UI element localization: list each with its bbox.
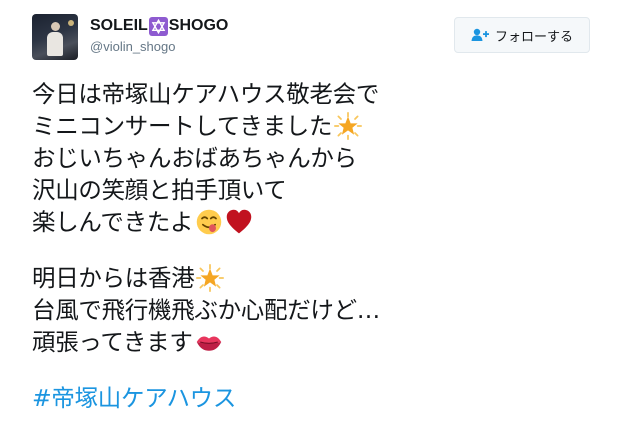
tweet-text: 今日は帝塚山ケアハウス敬老会で ミニコンサートしてきました おじいちゃんおばあち… — [32, 78, 612, 414]
tweet-header: SOLEIL SHOGO @violin_shogo フォローする — [32, 14, 598, 60]
user-handle[interactable]: @violin_shogo — [90, 39, 228, 54]
avatar[interactable] — [32, 14, 78, 60]
avatar-light — [68, 20, 74, 26]
tweet-line-text: 頑張ってきます — [32, 328, 193, 356]
tweet-line: 今日は帝塚山ケアハウス敬老会で — [32, 78, 612, 110]
tweet-line: 頑張ってきます — [32, 326, 612, 358]
tweet-line: 沢山の笑顔と拍手頂いて — [32, 174, 612, 206]
tweet-line-text: 沢山の笑顔と拍手頂いて — [32, 176, 287, 204]
add-user-icon — [471, 28, 489, 41]
tweet-line-text: 台風で飛行機飛ぶか心配だけど… — [32, 296, 380, 324]
follow-button-label: フォローする — [494, 29, 573, 45]
hashtag-link[interactable]: #帝塚山ケアハウス — [32, 382, 236, 414]
tweet-line-text: 楽しんできたよ — [32, 208, 194, 236]
tweet-line-text: 明日からは香港 — [32, 264, 195, 292]
glowing-star-icon — [334, 112, 363, 140]
tweet-line-text: おじいちゃんおばあちゃんから — [32, 144, 357, 172]
tweet-line-text: 今日は帝塚山ケアハウス敬老会で — [32, 80, 380, 108]
yum-face-icon — [196, 209, 222, 235]
glowing-star-icon — [196, 264, 225, 292]
kiss-lips-icon — [196, 336, 221, 351]
tweet-line: おじいちゃんおばあちゃんから — [32, 142, 612, 174]
tweet-line: 明日からは香港 — [32, 262, 612, 294]
tweet-line: 楽しんできたよ — [32, 206, 612, 238]
user-names: SOLEIL SHOGO @violin_shogo — [90, 16, 228, 54]
heart-icon — [226, 209, 252, 234]
tweet-line-text: ミニコンサートしてきました — [32, 112, 333, 140]
display-name-part1: SOLEIL — [90, 17, 148, 34]
star-of-david-icon — [148, 16, 168, 36]
avatar-figure — [46, 22, 64, 56]
tweet-line: 台風で飛行機飛ぶか心配だけど… — [32, 294, 612, 326]
follow-button[interactable]: フォローする — [454, 17, 590, 53]
tweet-line: #帝塚山ケアハウス — [32, 382, 612, 414]
display-name[interactable]: SOLEIL SHOGO — [90, 16, 228, 36]
display-name-part2: SHOGO — [168, 17, 229, 34]
tweet-line: ミニコンサートしてきました — [32, 110, 612, 142]
